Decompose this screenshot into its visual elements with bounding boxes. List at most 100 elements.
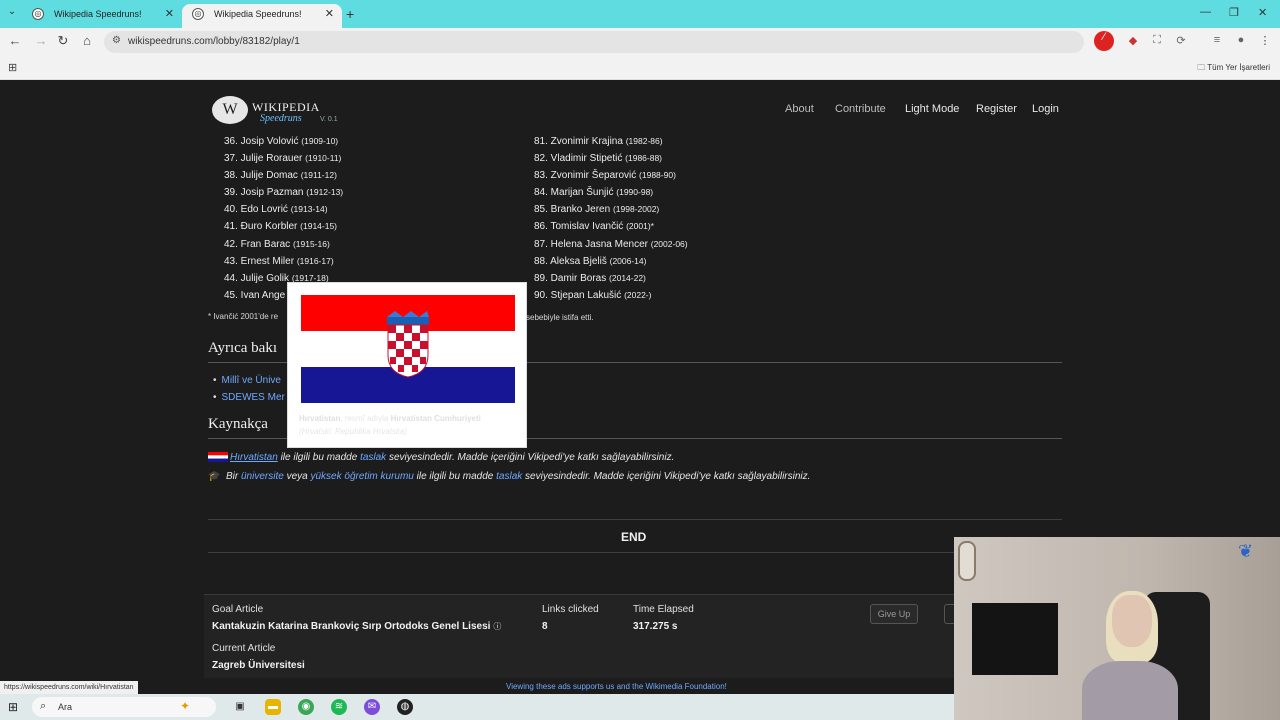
nav-about[interactable]: About [785, 103, 814, 115]
windows-taskbar: ⊞ ⌕ Ara ✦ ▣ ▬ ◉ ≋ ✉ ◍ [0, 694, 954, 720]
university-link[interactable]: üniversite [241, 471, 284, 482]
site-logo[interactable]: W WIKIPEDIA Speedruns V. 0.1 [212, 94, 362, 128]
goal-article-title: Kantakuzin Katarina Brankoviç Sırp Ortod… [212, 621, 491, 632]
nav-register[interactable]: Register [976, 103, 1017, 115]
tab-title: Wikipedia Speedruns! [214, 9, 302, 19]
all-bookmarks-folder[interactable]: 🗀 Tüm Yer İşaretleri [1197, 62, 1270, 76]
rector-name: 43. Ernest Miler [224, 255, 295, 267]
extension-red-icon[interactable]: ◆ [1126, 34, 1140, 48]
messenger-icon[interactable]: ✉ [364, 699, 380, 715]
tab-close-icon[interactable]: ✕ [165, 4, 174, 24]
chrome-icon[interactable]: ◉ [298, 699, 314, 715]
browser-tab-1[interactable]: ◎ Wikipedia Speedruns! ✕ [22, 4, 182, 28]
wikipedia-globe-icon: W [212, 96, 248, 124]
file-explorer-icon[interactable]: ▬ [265, 699, 281, 715]
reload-icon[interactable]: ↻ [54, 33, 72, 49]
stub-text: ile ilgili bu madde [413, 471, 497, 482]
popup-caption-bold2: Hırvatistan Cumhuriyeti [390, 414, 481, 423]
stub-taslak-link[interactable]: taslak [360, 452, 386, 463]
rector-name: 81. Zvonimir Krajina [534, 136, 623, 147]
footnote-text: * Ivančić 2001'de re [208, 312, 279, 321]
stub-text: seviyesindedir. Madde içeriğini Vikipedi… [522, 471, 811, 482]
rector-years: (1986-88) [625, 153, 663, 164]
rector-years: (1914-15) [300, 221, 338, 232]
stub-notice-croatia: Hırvatistan ile ilgili bu madde taslak s… [208, 452, 674, 463]
webcam-streamer [1082, 591, 1178, 720]
forward-arrow-icon[interactable]: → [32, 33, 50, 48]
see-also-link-1[interactable]: Millî ve Ünive [213, 375, 281, 386]
rector-list-item: 83. Zvonimir Šeparović (1988-90) [534, 170, 688, 187]
rector-name: 85. Branko Jeren [534, 204, 611, 216]
info-icon[interactable]: ⓘ [493, 622, 501, 631]
spotify-icon[interactable]: ≋ [331, 699, 347, 715]
extension-slash-icon[interactable]: ⁄ [1094, 31, 1114, 51]
profile-icon[interactable]: ● [1234, 34, 1248, 48]
rector-years: (2014-22) [609, 272, 646, 283]
rector-name: 83. Zvonimir Šeparović [534, 170, 637, 182]
rector-list-item: 87. Helena Jasna Mencer (2002-06) [534, 239, 688, 256]
url-text[interactable]: wikispeedruns.com/lobby/83182/play/1 [128, 36, 300, 47]
rector-name: 87. Helena Jasna Mencer [534, 238, 648, 250]
see-also-link-2[interactable]: SDEWES Mer [213, 392, 285, 403]
croatia-link[interactable]: Hırvatistan [230, 452, 278, 463]
rector-name: 36. Josip Volović [224, 136, 299, 147]
bookmarks-folder-label: Tüm Yer İşaretleri [1207, 63, 1270, 72]
task-view-icon[interactable]: ▣ [232, 699, 248, 715]
home-icon[interactable]: ⌂ [78, 33, 96, 48]
popup-caption: Hırvatistan, resmî adıyla Hırvatistan Cu… [299, 412, 519, 438]
back-arrow-icon[interactable]: ← [6, 33, 24, 48]
rector-list-item: 39. Josip Pazman (1912-13) [224, 187, 343, 204]
menu-dots-icon[interactable]: ⋮ [1258, 34, 1272, 48]
croatia-flag-icon [208, 452, 228, 463]
popup-caption-text: , resmî adıyla [340, 414, 391, 423]
extension-icon[interactable]: ⛶ [1150, 34, 1164, 48]
apps-grid-icon[interactable]: ⊞ [8, 61, 17, 74]
streamer-body [1082, 661, 1178, 720]
goal-article-value[interactable]: Kantakuzin Katarina Brankoviç Sırp Ortod… [212, 621, 501, 632]
ads-support-note[interactable]: Viewing these ads supports us and the Wi… [506, 682, 727, 691]
stub-taslak-link[interactable]: taslak [496, 471, 522, 482]
rector-years: (1915-16) [292, 238, 330, 249]
rector-list-item: 81. Zvonimir Krajina (1982-86) [534, 136, 688, 153]
stub-text: ile ilgili bu madde [277, 452, 361, 463]
site-info-icon[interactable]: ⚙ [112, 35, 121, 46]
nav-login[interactable]: Login [1032, 103, 1059, 115]
nav-light-mode[interactable]: Light Mode [905, 103, 959, 115]
rector-years: (2001)* [626, 221, 654, 232]
rector-name: 40. Edo Lovrić [224, 204, 288, 216]
croatia-coat-of-arms [387, 311, 429, 378]
taskbar-search-box[interactable]: ⌕ Ara ✦ [32, 697, 216, 717]
new-tab-plus-icon[interactable]: + [346, 6, 354, 22]
tab-title: Wikipedia Speedruns! [54, 9, 142, 19]
browser-tab-2-active[interactable]: ◎ Wikipedia Speedruns! ✕ [182, 4, 342, 28]
links-clicked-value: 8 [542, 621, 548, 632]
time-elapsed-label: Time Elapsed [633, 604, 694, 615]
tab-search-chevron-icon[interactable]: ⌄ [4, 6, 20, 22]
rector-years: (2002-06) [650, 238, 688, 249]
sidebar-icon[interactable]: ≡ [1210, 34, 1224, 48]
rector-years: (1909-10) [301, 136, 339, 146]
restore-icon[interactable]: ❐ [1229, 6, 1239, 19]
stub-text: Bir [226, 471, 241, 482]
close-window-icon[interactable]: ✕ [1258, 6, 1267, 19]
rector-years: (1982-86) [625, 136, 663, 146]
search-highlight-icon: ✦ [180, 699, 191, 713]
give-up-button[interactable]: Give Up [870, 604, 918, 624]
minimize-icon[interactable]: — [1200, 6, 1211, 18]
link-preview-popup[interactable]: Hırvatistan, resmî adıyla Hırvatistan Cu… [287, 282, 527, 448]
rector-years: (1913-14) [290, 204, 328, 215]
rector-list-item: 84. Marijan Šunjić (1990-98) [534, 187, 688, 204]
rector-name: 86. Tomislav Ivančić [534, 221, 624, 233]
popup-caption-bold: Hırvatistan [299, 414, 341, 423]
rector-name: 41. Đuro Korbler [224, 221, 298, 233]
tab-close-icon[interactable]: ✕ [325, 4, 334, 24]
rector-list-right: 81. Zvonimir Krajina (1982-86) 82. Vladim… [534, 136, 688, 307]
higher-education-link[interactable]: yüksek öğretim kurumu [311, 471, 414, 482]
nav-contribute[interactable]: Contribute [835, 103, 886, 115]
sync-icon[interactable]: ⟳ [1174, 34, 1188, 48]
rector-list-item: 41. Đuro Korbler (1914-15) [224, 221, 343, 238]
address-bar[interactable]: ⚙ wikispeedruns.com/lobby/83182/play/1 [104, 31, 1084, 53]
site-header: W WIKIPEDIA Speedruns V. 0.1 About Contr… [208, 92, 1068, 128]
windows-start-icon[interactable]: ⊞ [8, 700, 22, 714]
obs-icon[interactable]: ◍ [397, 699, 413, 715]
